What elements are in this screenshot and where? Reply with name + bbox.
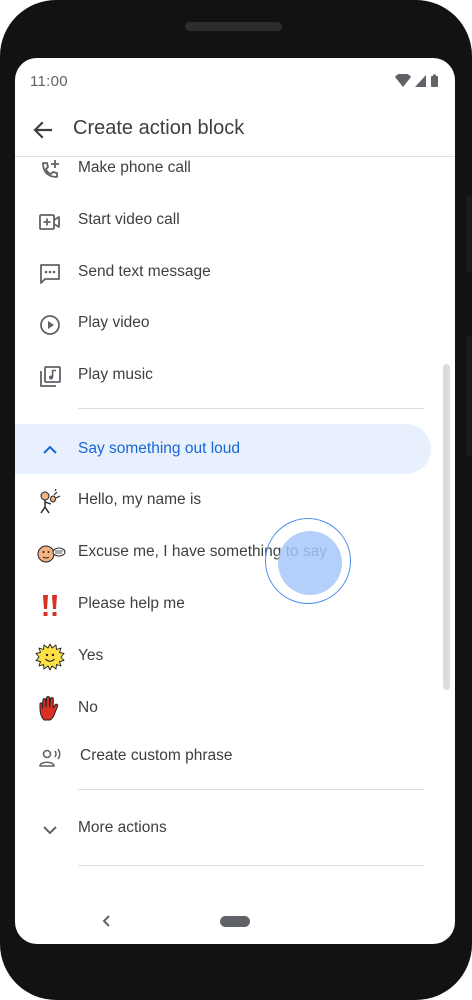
library-music-icon [37, 364, 63, 390]
say-something-section-header[interactable]: Say something out loud [15, 424, 431, 474]
action-label: Play music [78, 366, 153, 383]
touch-indicator [278, 531, 342, 595]
action-play-music[interactable]: Play music [15, 352, 455, 400]
action-label: Make phone call [78, 159, 191, 176]
action-list[interactable]: Make phone call Start video call Send te… [15, 157, 455, 899]
sms-icon [37, 261, 63, 287]
status-icons [395, 73, 441, 88]
action-label: Send text message [78, 263, 211, 280]
red-hand-symbol-icon [37, 696, 63, 723]
phrase-label: No [78, 699, 98, 716]
status-time: 11:00 [30, 73, 68, 90]
nav-back-button[interactable] [99, 912, 115, 930]
play-circle-icon [37, 312, 63, 338]
action-start-video-call[interactable]: Start video call [15, 197, 455, 245]
nav-back-icon [102, 915, 110, 927]
create-custom-phrase[interactable]: Create custom phrase [15, 733, 455, 781]
volume-button [466, 336, 472, 456]
arrow-back-icon [33, 121, 53, 139]
phrase-please-help-me[interactable]: Please help me [15, 581, 455, 629]
chevron-down-icon [37, 817, 63, 843]
divider [78, 789, 424, 790]
hello-symbol-icon [37, 488, 63, 515]
cell-signal-icon [415, 75, 426, 87]
phrase-label: Yes [78, 647, 104, 664]
action-play-video[interactable]: Play video [15, 300, 455, 348]
record-voice-icon [37, 745, 63, 771]
phrase-hello-my-name-is[interactable]: Hello, my name is [15, 477, 455, 525]
nav-home-pill[interactable] [220, 916, 250, 927]
wifi-icon [395, 73, 411, 87]
speaker-grille [185, 22, 282, 31]
phone-frame: 11:00 Create action block Make phone cal… [0, 0, 472, 1000]
phrase-label: Hello, my name is [78, 491, 202, 508]
divider [78, 408, 424, 409]
chevron-up-icon [37, 437, 63, 463]
action-label: Play video [78, 314, 150, 331]
action-send-text-message[interactable]: Send text message [15, 249, 455, 297]
action-label: Start video call [78, 211, 180, 228]
video-call-icon [37, 209, 63, 235]
screen: 11:00 Create action block Make phone cal… [15, 58, 455, 944]
more-actions-label: More actions [78, 819, 167, 836]
phrase-label: Please help me [78, 595, 185, 612]
scrollbar[interactable] [443, 364, 450, 690]
excuse-me-symbol-icon [37, 541, 66, 567]
exclamation-symbol-icon [37, 593, 63, 619]
power-button [466, 196, 472, 272]
divider [78, 865, 424, 866]
phrase-no[interactable]: No [15, 685, 455, 733]
phrase-label: Create custom phrase [80, 747, 233, 764]
app-bar: Create action block [15, 104, 455, 157]
page-title: Create action block [73, 117, 245, 139]
action-make-phone-call[interactable]: Make phone call [15, 157, 455, 193]
section-label: Say something out loud [78, 440, 240, 457]
navigation-bar [15, 900, 455, 944]
back-button[interactable] [29, 116, 57, 144]
status-bar: 11:00 [15, 58, 455, 104]
battery-icon [431, 74, 438, 87]
add-call-icon [37, 157, 63, 183]
phrase-excuse-me[interactable]: Excuse me, I have something to say [15, 529, 455, 577]
phrase-yes[interactable]: Yes [15, 633, 455, 681]
more-actions-row[interactable]: More actions [15, 805, 455, 853]
smiley-sun-symbol-icon [35, 643, 65, 671]
